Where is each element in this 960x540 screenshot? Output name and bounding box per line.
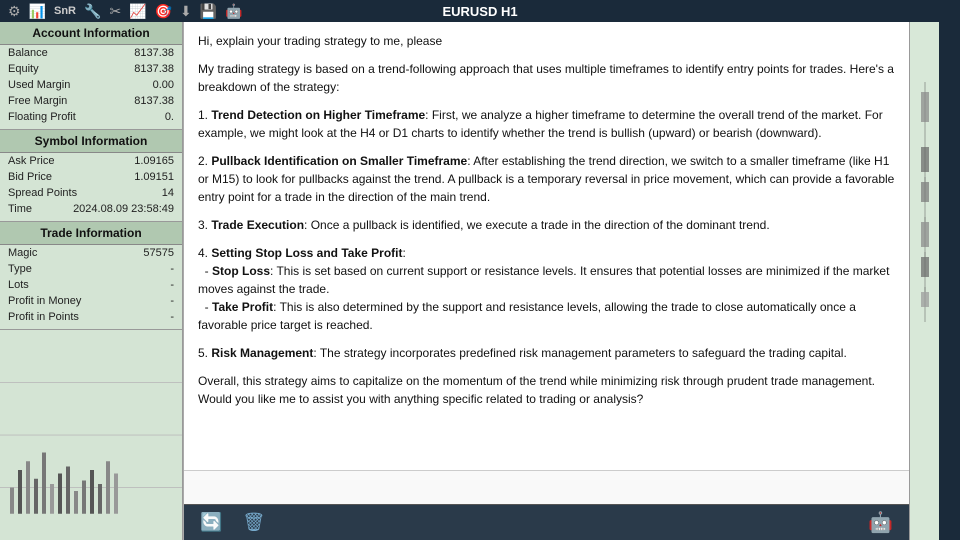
ask-price-row: Ask Price 1.09165 <box>0 153 182 169</box>
account-section: Account Information Balance 8137.38 Equi… <box>0 22 182 130</box>
profit-money-row: Profit in Money - <box>0 293 182 309</box>
chart-icon[interactable]: 📊 <box>29 3 46 20</box>
used-margin-row: Used Margin 0.00 <box>0 77 182 93</box>
bid-price-value: 1.09151 <box>134 171 174 183</box>
floating-profit-row: Floating Profit 0. <box>0 109 182 125</box>
profit-points-row: Profit in Points - <box>0 309 182 325</box>
profit-money-value: - <box>170 295 174 307</box>
chat-message-8: Overall, this strategy aims to capitaliz… <box>198 372 895 408</box>
snr-label[interactable]: SnR <box>54 5 76 17</box>
left-panel: Account Information Balance 8137.38 Equi… <box>0 22 183 540</box>
magic-value: 57575 <box>143 247 174 259</box>
spread-value: 14 <box>162 187 174 199</box>
lots-row: Lots - <box>0 277 182 293</box>
used-margin-value: 0.00 <box>153 79 174 91</box>
settings-icon[interactable]: ⚙ <box>8 3 21 20</box>
candlestick-area <box>910 22 939 540</box>
chart-title: EURUSD H1 <box>442 4 517 19</box>
scissors-icon[interactable]: ✂ <box>109 3 121 20</box>
ai-icon[interactable]: 🤖 <box>868 512 893 534</box>
balance-row: Balance 8137.38 <box>0 45 182 61</box>
chat-message-4: 2. Pullback Identification on Smaller Ti… <box>198 152 895 206</box>
trade-header: Trade Information <box>0 222 182 245</box>
save-icon[interactable]: 💾 <box>200 3 217 20</box>
equity-row: Equity 8137.38 <box>0 61 182 77</box>
symbol-section: Symbol Information Ask Price 1.09165 Bid… <box>0 130 182 222</box>
time-row: Time 2024.08.09 23:58:49 <box>0 201 182 217</box>
chat-message-1: Hi, explain your trading strategy to me,… <box>198 32 895 50</box>
time-value: 2024.08.09 23:58:49 <box>73 203 174 215</box>
chat-message-2: My trading strategy is based on a trend-… <box>198 60 895 96</box>
chat-message-5: 3. Trade Execution: Once a pullback is i… <box>198 216 895 234</box>
chat-panel: Hi, explain your trading strategy to me,… <box>183 22 909 540</box>
chat-input[interactable] <box>192 475 901 497</box>
time-label: Time <box>8 203 32 215</box>
ask-price-label: Ask Price <box>8 155 54 167</box>
bottom-chart <box>0 330 182 540</box>
free-margin-value: 8137.38 <box>134 95 174 107</box>
symbol-header: Symbol Information <box>0 130 182 153</box>
chat-message-7: 5. Risk Management: The strategy incorpo… <box>198 344 895 362</box>
profit-points-value: - <box>170 311 174 323</box>
spread-row: Spread Points 14 <box>0 185 182 201</box>
refresh-icon[interactable]: 🔄 <box>200 512 222 533</box>
magic-label: Magic <box>8 247 37 259</box>
chat-message-3: 1. Trend Detection on Higher Timeframe: … <box>198 106 895 142</box>
used-margin-label: Used Margin <box>8 79 70 91</box>
type-label: Type <box>8 263 32 275</box>
ask-price-value: 1.09165 <box>134 155 174 167</box>
balance-label: Balance <box>8 47 48 59</box>
delete-icon[interactable]: 🗑 <box>242 512 265 533</box>
balance-value: 8137.38 <box>134 47 174 59</box>
robot-icon[interactable]: 🤖 <box>225 3 242 20</box>
chat-messages[interactable]: Hi, explain your trading strategy to me,… <box>184 22 909 470</box>
lots-value: - <box>170 279 174 291</box>
chat-message-6: 4. Setting Stop Loss and Take Profit: - … <box>198 244 895 334</box>
bid-price-label: Bid Price <box>8 171 52 183</box>
toolbar: ⚙ 📊 SnR 🔧 ✂ 📈 🎯 ⬇ 💾 🤖 EURUSD H1 <box>0 0 960 22</box>
profit-points-label: Profit in Points <box>8 311 79 323</box>
type-row: Type - <box>0 261 182 277</box>
target-icon[interactable]: 🎯 <box>155 3 172 20</box>
equity-label: Equity <box>8 63 39 75</box>
floating-profit-value: 0. <box>165 111 174 123</box>
tools-icon[interactable]: 🔧 <box>84 3 101 20</box>
type-value: - <box>170 263 174 275</box>
chat-toolbar: 🔄 🗑 🤖 <box>184 504 909 540</box>
equity-value: 8137.38 <box>134 63 174 75</box>
free-margin-label: Free Margin <box>8 95 67 107</box>
profit-money-label: Profit in Money <box>8 295 81 307</box>
bid-price-row: Bid Price 1.09151 <box>0 169 182 185</box>
lots-label: Lots <box>8 279 29 291</box>
trade-section: Trade Information Magic 57575 Type - Lot… <box>0 222 182 330</box>
free-margin-row: Free Margin 8137.38 <box>0 93 182 109</box>
magic-row: Magic 57575 <box>0 245 182 261</box>
right-chart <box>909 22 939 540</box>
account-header: Account Information <box>0 22 182 45</box>
download-icon[interactable]: ⬇ <box>180 3 192 20</box>
trend-icon[interactable]: 📈 <box>129 3 146 20</box>
main-area: Account Information Balance 8137.38 Equi… <box>0 22 960 540</box>
floating-profit-label: Floating Profit <box>8 111 76 123</box>
chat-input-area[interactable] <box>184 470 909 504</box>
spread-label: Spread Points <box>8 187 77 199</box>
